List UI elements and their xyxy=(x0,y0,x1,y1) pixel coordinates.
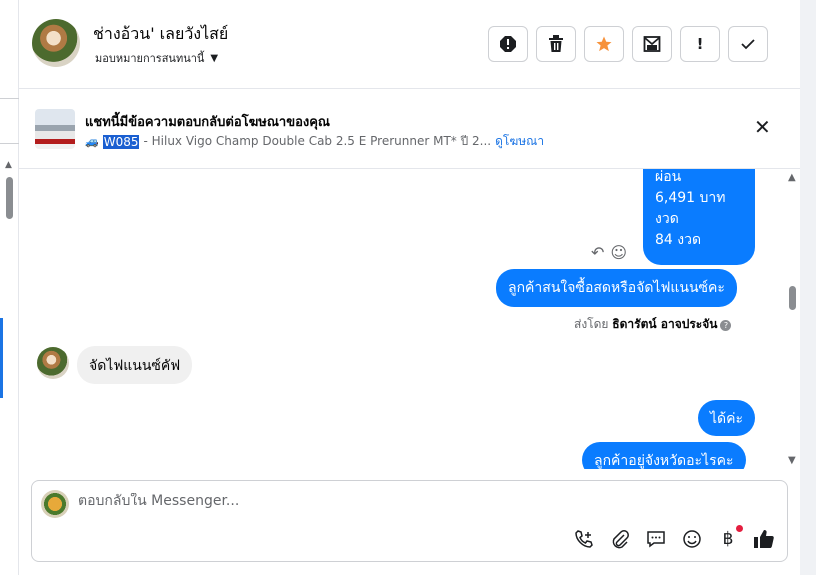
star-icon xyxy=(596,36,612,52)
message-actions: ↶ ☺ xyxy=(591,243,627,262)
installment-line: 84 งวด xyxy=(655,232,702,248)
report-button[interactable] xyxy=(488,26,528,62)
add-call-button[interactable] xyxy=(572,527,596,551)
installment-line: ผ่อน xyxy=(655,169,682,185)
check-icon xyxy=(741,39,755,50)
left-active-indicator xyxy=(0,318,3,398)
exclamation-icon: ! xyxy=(696,35,704,53)
emoji-button[interactable] xyxy=(680,527,704,551)
chat-scrollbar-thumb[interactable] xyxy=(789,286,796,310)
contact-name[interactable]: ช่างอ้วน' เลยวังไสย์ xyxy=(93,22,228,47)
important-button[interactable]: ! xyxy=(680,26,720,62)
sent-by-prefix: ส่งโดย xyxy=(574,317,613,331)
contact-avatar-small[interactable] xyxy=(37,347,69,379)
caret-down-icon: ▼ xyxy=(210,52,219,64)
contact-avatar[interactable] xyxy=(32,19,80,67)
ad-reply-banner: แชทนี้มีข้อความตอบกลับต่อโฆษณาของคุณ 🚙 W… xyxy=(19,89,800,169)
smiley-icon xyxy=(683,530,701,548)
attach-file-button[interactable] xyxy=(608,527,632,551)
reply-composer: ฿ xyxy=(31,480,788,562)
right-edge-panel xyxy=(800,0,816,575)
baht-icon: ฿ xyxy=(722,529,734,549)
installment-line: งวด xyxy=(655,211,679,227)
installment-message-bubble[interactable]: ผ่อน 6,491 บาท งวด 84 งวด xyxy=(643,169,755,265)
paperclip-icon xyxy=(612,530,629,549)
saved-replies-button[interactable] xyxy=(644,527,668,551)
view-ad-link[interactable]: ดูโฆษณา xyxy=(495,132,544,151)
page-avatar xyxy=(41,490,69,518)
assign-label: มอบหมายการสนทนานี้ xyxy=(95,52,205,65)
sent-by-label: ส่งโดย ธิดารัตน์ อาจประจัน? xyxy=(574,315,732,334)
installment-line: 6,491 บาท xyxy=(655,190,726,206)
react-smiley-icon[interactable]: ☺ xyxy=(610,243,627,262)
chat-scroll-up-arrow[interactable]: ▲ xyxy=(788,172,796,183)
pickup-truck-icon: 🚙 xyxy=(85,135,99,148)
help-icon[interactable]: ? xyxy=(720,320,732,331)
outgoing-message-bubble[interactable]: ได้ค่ะ xyxy=(698,400,756,436)
ad-code: W085 xyxy=(102,134,140,149)
ad-banner-title: แชทนี้มีข้อความตอบกลับต่อโฆษณาของคุณ xyxy=(85,115,330,130)
notification-dot xyxy=(736,525,743,532)
ad-description: - Hilux Vigo Champ Double Cab 2.5 E Prer… xyxy=(143,134,492,148)
left-panel-tab[interactable] xyxy=(0,98,19,144)
envelope-icon xyxy=(643,36,661,52)
close-banner-icon[interactable]: ✕ xyxy=(754,117,771,137)
alert-octagon-icon xyxy=(500,36,516,52)
reply-icon[interactable]: ↶ xyxy=(591,243,604,262)
left-scrollbar-thumb[interactable] xyxy=(6,177,13,219)
outgoing-message-bubble[interactable]: ลูกค้าสนใจซื้อสดหรือจัดไฟแนนซ์คะ xyxy=(496,269,737,307)
left-scroll-up-arrow[interactable]: ▲ xyxy=(5,160,12,170)
thumbs-up-icon xyxy=(754,530,774,548)
speech-bubble-icon xyxy=(647,531,665,548)
ad-thumbnail-image[interactable] xyxy=(35,109,75,149)
reply-input[interactable] xyxy=(78,493,578,509)
conversation-header: ช่างอ้วน' เลยวังไสย์ มอบหมายการสนทนานี้ … xyxy=(19,0,800,89)
done-button[interactable] xyxy=(728,26,768,62)
assign-conversation-dropdown[interactable]: มอบหมายการสนทนานี้ ▼ xyxy=(95,49,218,67)
message-thread: ผ่อน 6,491 บาท งวด 84 งวด ↶ ☺ ลูกค้าสนใจ… xyxy=(19,169,784,469)
trash-icon xyxy=(549,35,563,52)
star-button[interactable] xyxy=(584,26,624,62)
ad-description-line: 🚙 W085 - Hilux Vigo Champ Double Cab 2.5… xyxy=(85,132,544,151)
chat-scroll-down-arrow[interactable]: ▼ xyxy=(788,455,796,466)
phone-plus-icon xyxy=(575,530,593,548)
incoming-message-bubble[interactable]: จัดไฟแนนซ์คัฟ xyxy=(77,346,193,384)
mark-unread-button[interactable] xyxy=(632,26,672,62)
like-button[interactable] xyxy=(752,527,776,551)
delete-button[interactable] xyxy=(536,26,576,62)
outgoing-message-bubble[interactable]: ลูกค้าอยู่จังหวัดอะไรคะ xyxy=(582,442,746,469)
left-panel-strip: ▲ xyxy=(0,0,19,575)
sender-name: ธิดารัตน์ อาจประจัน xyxy=(612,317,718,331)
